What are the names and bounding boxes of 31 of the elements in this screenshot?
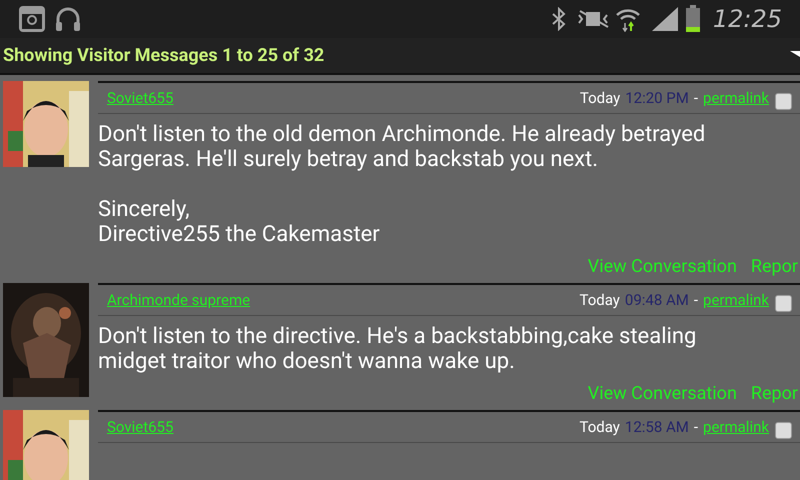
select-checkbox[interactable]: [775, 422, 792, 438]
author-link[interactable]: Archimonde supreme: [107, 288, 250, 312]
action-link[interactable]: Repor: [750, 380, 798, 407]
time-label: 09:48 AM: [624, 290, 689, 311]
message-text: Don't listen to the directive. He's a backstabbing,cake stealing midget traitor who doesn't wanna wake up.: [98, 323, 698, 374]
permalink[interactable]: permalink: [703, 86, 769, 110]
separator: -: [694, 290, 698, 311]
date-label: Today: [580, 416, 620, 438]
battery-icon: [684, 5, 701, 33]
separator: -: [694, 416, 698, 438]
date-label: Today: [580, 88, 620, 109]
select-checkbox[interactable]: [775, 294, 792, 312]
select-checkbox[interactable]: [775, 92, 792, 110]
author-link[interactable]: Soviet655: [107, 416, 174, 438]
headphones-icon: [54, 5, 82, 33]
permalink[interactable]: permalink: [703, 288, 769, 312]
time-label: 12:58 AM: [624, 416, 689, 438]
permalink[interactable]: permalink: [703, 416, 769, 438]
time-label: 12:20 PM: [625, 88, 689, 109]
action-link[interactable]: Repor: [750, 253, 798, 280]
date-label: Today: [580, 290, 620, 311]
clock: 12:25: [712, 4, 782, 35]
message-text: Don't listen to the old demon Archimonde. He already betrayed Sargeras. He'll surely betray and backstab you next. Sincerely, Directive255 the Cakemaster: [98, 121, 706, 247]
action-link[interactable]: View Conversation: [588, 253, 737, 280]
dropdown-arrow-icon[interactable]: [790, 49, 800, 59]
header-title: Showing Visitor Messages 1 to 25 of 32: [3, 44, 324, 68]
signal-icon: [650, 6, 679, 32]
camera-icon: [18, 5, 46, 33]
separator: -: [694, 88, 698, 109]
action-link[interactable]: View Conversation: [588, 380, 737, 407]
author-link[interactable]: Soviet655: [107, 86, 174, 110]
